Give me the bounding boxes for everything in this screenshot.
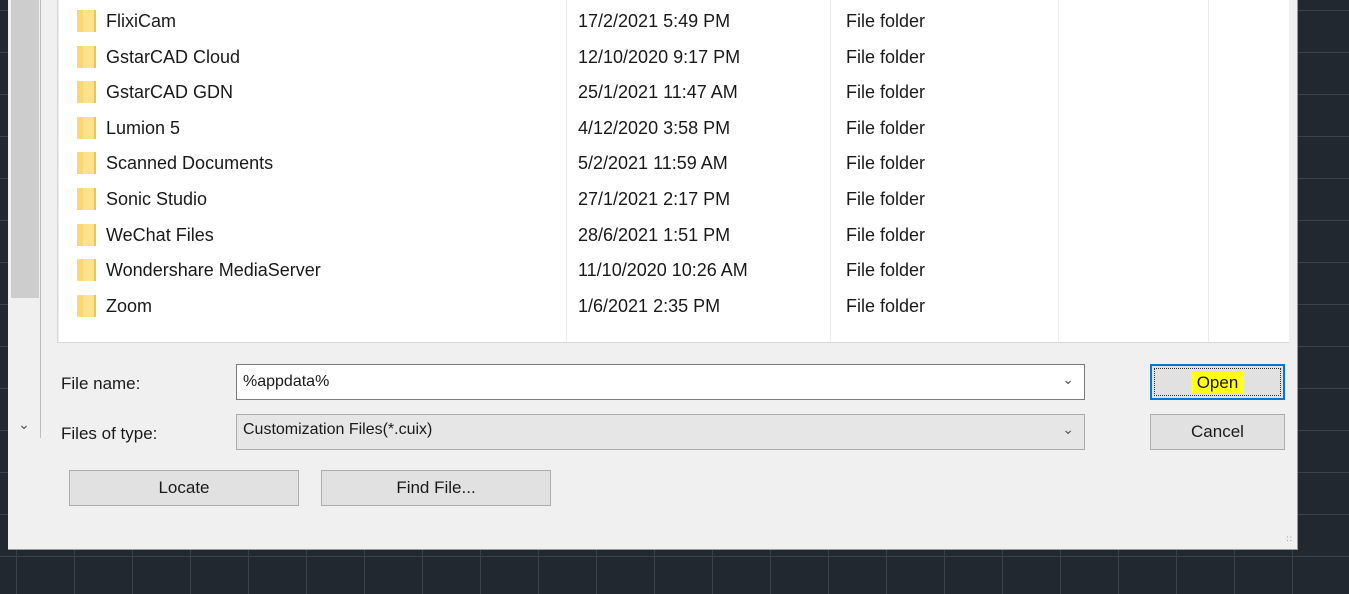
file-list: FlixiCam 17/2/2021 5:49 PM File folder Gsta… bbox=[57, 0, 1289, 343]
folder-icon bbox=[77, 259, 96, 282]
resize-grip-icon[interactable]: ∶∶ bbox=[1286, 534, 1293, 545]
date-modified-cell: 27/1/2021 2:17 PM bbox=[578, 189, 731, 209]
file-row[interactable]: FlixiCam 17/2/2021 5:49 PM File folder bbox=[58, 2, 1289, 37]
file-row[interactable]: Lumion 5 4/12/2020 3:58 PM File folder bbox=[58, 109, 1289, 144]
file-name-cell: Zoom bbox=[106, 295, 153, 316]
open-button-label: Open bbox=[1190, 371, 1245, 394]
file-name-cell: GstarCAD Cloud bbox=[106, 46, 241, 67]
date-modified-cell: 12/10/2020 9:17 PM bbox=[578, 46, 741, 67]
files-of-type-select[interactable]: Customization Files(*.cuix) ⌄ bbox=[236, 414, 1085, 450]
folder-icon bbox=[77, 81, 96, 104]
file-row[interactable]: Sonic Studio 27/1/2021 2:17 PM File folder bbox=[58, 180, 1289, 215]
date-modified-cell: 25/1/2021 11:47 AM bbox=[578, 82, 738, 103]
left-pane-scrollbar[interactable]: ⌄ bbox=[8, 0, 41, 438]
file-name-label: File name: bbox=[61, 374, 141, 393]
locate-button[interactable]: Locate bbox=[69, 470, 299, 506]
find-file-button[interactable]: Find File... bbox=[321, 470, 551, 506]
file-row[interactable]: Zoom 1/6/2021 2:35 PM File folder bbox=[58, 287, 1289, 322]
date-modified-cell: 28/6/2021 1:51 PM bbox=[578, 224, 731, 245]
chevron-down-icon[interactable]: ⌄ bbox=[1062, 421, 1074, 438]
file-name-cell: GstarCAD GDN bbox=[106, 82, 234, 103]
file-name-cell: Sonic Studio bbox=[106, 189, 208, 209]
file-type-cell: File folder bbox=[846, 260, 926, 281]
file-name-cell: Scanned Documents bbox=[106, 153, 274, 174]
cancel-button[interactable]: Cancel bbox=[1150, 414, 1285, 450]
open-file-dialog: ⌄ FlixiCam 17/2/2021 5:49 PM File folder Gs… bbox=[8, 0, 1298, 550]
file-name-input[interactable] bbox=[243, 371, 378, 393]
file-type-cell: File folder bbox=[846, 82, 926, 103]
folder-icon bbox=[77, 294, 96, 317]
file-type-cell: File folder bbox=[846, 153, 926, 174]
file-type-cell: File folder bbox=[846, 224, 926, 245]
file-name-combobox[interactable]: ⌄ bbox=[236, 364, 1085, 400]
file-name-cell: Lumion 5 bbox=[106, 117, 181, 138]
file-row[interactable]: WeChat Files 28/6/2021 1:51 PM File folder bbox=[58, 216, 1289, 251]
files-of-type-value: Customization Files(*.cuix) bbox=[243, 421, 433, 438]
file-name-cell: WeChat Files bbox=[106, 224, 214, 245]
folder-icon bbox=[77, 152, 96, 175]
date-modified-cell: 1/6/2021 2:35 PM bbox=[578, 295, 721, 316]
open-button[interactable]: Open bbox=[1150, 364, 1285, 400]
folder-icon bbox=[77, 45, 96, 68]
cancel-button-label: Cancel bbox=[1191, 422, 1244, 441]
folder-icon bbox=[77, 10, 96, 32]
chevron-down-icon[interactable]: ⌄ bbox=[1062, 371, 1074, 388]
file-type-cell: File folder bbox=[846, 46, 926, 67]
folder-icon bbox=[77, 223, 96, 246]
file-name-cell: FlixiCam bbox=[106, 11, 176, 31]
scroll-down-icon[interactable]: ⌄ bbox=[8, 410, 40, 438]
folder-icon bbox=[77, 188, 96, 210]
find-file-button-label: Find File... bbox=[396, 478, 476, 497]
date-modified-cell: 11/10/2020 10:26 AM bbox=[578, 260, 748, 281]
scrollbar-thumb[interactable] bbox=[11, 0, 39, 298]
locate-button-label: Locate bbox=[158, 478, 210, 497]
date-modified-cell: 5/2/2021 11:59 AM bbox=[578, 153, 728, 174]
file-type-cell: File folder bbox=[846, 295, 926, 316]
file-row[interactable]: Scanned Documents 5/2/2021 11:59 AM File f… bbox=[58, 144, 1289, 179]
folder-icon bbox=[77, 116, 96, 139]
file-type-cell: File folder bbox=[846, 189, 926, 209]
file-row[interactable]: GstarCAD Cloud 12/10/2020 9:17 PM File fol… bbox=[58, 38, 1289, 73]
files-of-type-label: Files of type: bbox=[61, 424, 158, 443]
file-row[interactable]: GstarCAD GDN 25/1/2021 11:47 AM File folde… bbox=[58, 73, 1289, 108]
file-type-cell: File folder bbox=[846, 117, 926, 138]
date-modified-cell: 17/2/2021 5:49 PM bbox=[578, 11, 731, 31]
file-name-cell: Wondershare MediaServer bbox=[106, 260, 321, 281]
file-type-cell: File folder bbox=[846, 11, 926, 31]
date-modified-cell: 4/12/2020 3:58 PM bbox=[578, 117, 731, 138]
file-row[interactable]: Wondershare MediaServer 11/10/2020 10:26 … bbox=[58, 251, 1289, 286]
